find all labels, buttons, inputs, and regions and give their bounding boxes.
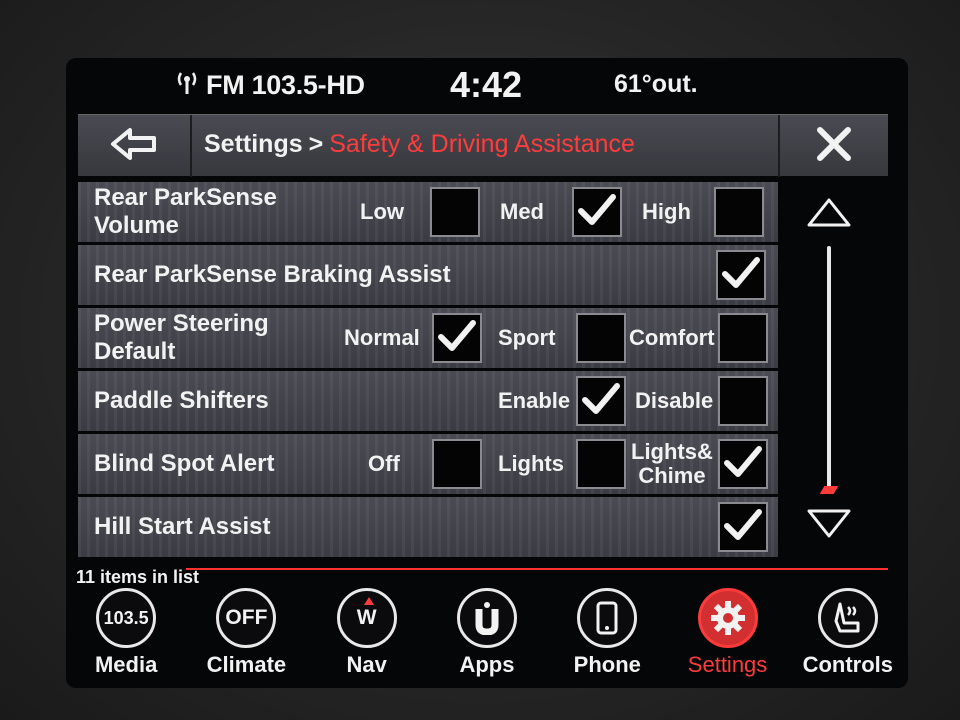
accent-divider — [186, 568, 888, 570]
checkbox-med[interactable] — [572, 187, 622, 237]
checkbox-off[interactable] — [432, 439, 482, 489]
nav-apps[interactable]: Apps — [427, 588, 547, 688]
checkbox-lights[interactable] — [576, 439, 626, 489]
compass-icon: W — [336, 588, 397, 648]
settings-list: Rear ParkSense Volume Low Med High Rear … — [78, 182, 778, 560]
setting-label: Paddle Shifters — [94, 387, 269, 414]
nav-settings[interactable]: Settings — [667, 588, 787, 688]
breadcrumb-separator: > — [308, 130, 324, 158]
scroll-thumb[interactable] — [819, 486, 839, 494]
outside-temperature: 61°out. — [614, 70, 698, 98]
checkbox-comfort[interactable] — [718, 313, 768, 363]
settings-header: Settings > Safety & Driving Assistance — [78, 114, 888, 177]
setting-row-paddle-shifters: Paddle Shifters Enable Disable — [78, 371, 778, 431]
gear-icon — [697, 588, 758, 648]
checkbox-sport[interactable] — [576, 313, 626, 363]
nav-label: Nav — [346, 652, 387, 677]
status-bar: FM 103.5-HD 4:42 61°out. — [66, 58, 908, 114]
radio-status[interactable]: FM 103.5-HD — [176, 70, 365, 101]
list-count: 11 items in list — [76, 567, 200, 587]
seat-icon — [817, 588, 878, 648]
nav-label: Controls — [802, 652, 894, 677]
breadcrumb-current: Safety & Driving Assistance — [329, 130, 635, 158]
compass-needle — [363, 597, 374, 605]
checkbox-normal[interactable] — [432, 313, 482, 363]
check-icon — [581, 381, 621, 422]
setting-row-hill-start: Hill Start Assist — [78, 497, 778, 557]
checkbox-lights-chime[interactable] — [718, 439, 768, 489]
setting-row-parksense-braking: Rear ParkSense Braking Assist — [78, 245, 778, 305]
nav-label: Climate — [206, 652, 287, 677]
setting-label: Rear ParkSense Volume — [94, 184, 277, 239]
checkbox-enable[interactable] — [576, 376, 626, 426]
media-icon: 103.5 — [96, 588, 157, 648]
checkbox-low[interactable] — [430, 187, 480, 237]
antenna-icon — [176, 70, 198, 101]
phone-icon — [577, 588, 638, 648]
setting-row-power-steering: Power Steering Default Normal Sport Comf… — [78, 308, 778, 368]
setting-row-blind-spot: Blind Spot Alert Off Lights Lights& Chim… — [78, 434, 778, 494]
back-arrow-icon — [110, 127, 158, 166]
check-icon — [723, 444, 763, 485]
back-button[interactable] — [78, 115, 192, 177]
nav-label: Apps — [459, 652, 515, 677]
radio-station: FM 103.5-HD — [206, 70, 365, 100]
media-icon-text: 103.5 — [103, 607, 149, 628]
breadcrumb-root[interactable]: Settings — [204, 130, 303, 158]
scroll-up-icon[interactable] — [806, 196, 852, 233]
option-label: Off — [368, 451, 400, 476]
checkbox-braking-assist[interactable] — [716, 250, 766, 300]
bottom-nav: 103.5 Media OFF Climate W Nav Apps Phone — [66, 588, 908, 688]
nav-label: Phone — [573, 652, 641, 677]
infotainment-screen: FM 103.5-HD 4:42 61°out. Settings > Safety… — [66, 58, 908, 688]
clock: 4:42 — [450, 64, 523, 105]
close-button[interactable] — [778, 115, 888, 177]
apps-icon — [456, 588, 517, 648]
check-icon — [721, 255, 761, 296]
climate-icon-text: OFF — [225, 606, 268, 629]
check-icon — [723, 507, 763, 548]
check-icon — [577, 192, 617, 233]
option-label: Disable — [635, 388, 714, 413]
option-label: Comfort — [629, 325, 715, 350]
option-label: Lights& Chime — [631, 439, 713, 488]
option-label: Enable — [498, 388, 571, 413]
option-label: Low — [360, 199, 404, 224]
close-icon — [816, 126, 852, 167]
nav-climate[interactable]: OFF Climate — [186, 588, 306, 688]
nav-nav[interactable]: W Nav — [307, 588, 427, 688]
scrollbar[interactable] — [796, 186, 866, 558]
option-label: High — [642, 199, 691, 224]
option-label: Lights — [498, 451, 564, 476]
checkbox-hill-start[interactable] — [718, 502, 768, 552]
checkbox-high[interactable] — [714, 187, 764, 237]
setting-label: Blind Spot Alert — [94, 450, 275, 477]
setting-row-parksense-volume: Rear ParkSense Volume Low Med High — [78, 182, 778, 242]
compass-icon-text: W — [356, 606, 377, 629]
option-label: Med — [500, 199, 544, 224]
nav-label: Media — [94, 652, 158, 677]
breadcrumb: Settings > Safety & Driving Assistance — [204, 130, 635, 159]
setting-label: Power Steering Default — [94, 310, 269, 365]
scroll-down-icon[interactable] — [806, 508, 852, 545]
nav-controls[interactable]: Controls — [788, 588, 908, 688]
nav-phone[interactable]: Phone — [547, 588, 667, 688]
setting-label: Rear ParkSense Braking Assist — [94, 261, 451, 288]
option-label: Normal — [344, 325, 420, 350]
scroll-track[interactable] — [827, 246, 831, 490]
checkbox-disable[interactable] — [718, 376, 768, 426]
nav-label: Settings — [687, 652, 768, 677]
check-icon — [437, 318, 477, 359]
climate-icon: OFF — [216, 588, 277, 648]
nav-media[interactable]: 103.5 Media — [66, 588, 186, 688]
option-label: Sport — [498, 325, 556, 350]
setting-label: Hill Start Assist — [94, 513, 271, 540]
